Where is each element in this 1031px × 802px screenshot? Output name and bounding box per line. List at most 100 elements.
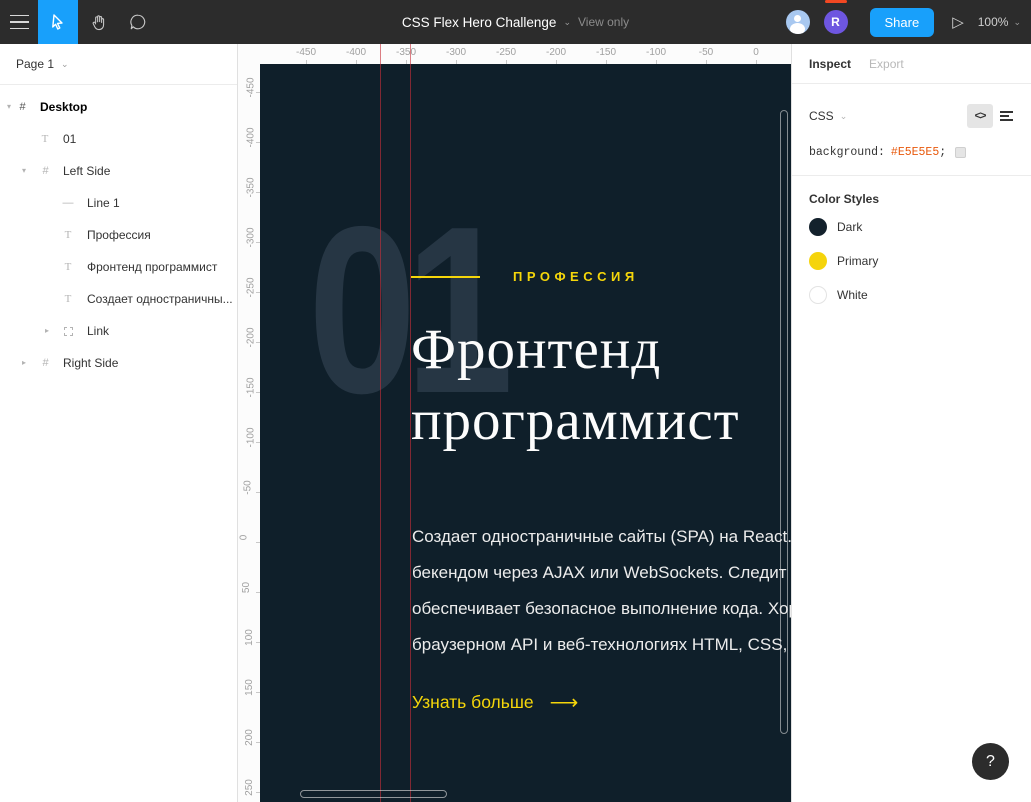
expand-arrow-icon[interactable]: ▸ [22, 358, 26, 367]
user2-presence-bar [825, 0, 847, 3]
help-button[interactable]: ? [972, 743, 1009, 780]
expand-arrow-icon[interactable]: ▾ [7, 102, 11, 111]
css-dropdown[interactable]: CSS ⌄ [809, 109, 967, 123]
question-mark-icon: ? [986, 753, 995, 771]
layer-label: Line 1 [87, 187, 120, 219]
ruler-tick: -250 [246, 277, 257, 297]
css-hex-value[interactable]: #E5E5E5 [891, 146, 939, 159]
ruler-tick: -400 [246, 127, 257, 147]
ruler-tick: -450 [296, 47, 316, 58]
ruler-tick: 0 [753, 47, 759, 58]
color-style-primary[interactable]: Primary [792, 244, 1031, 278]
canvas[interactable]: 01 ПРОФЕССИЯ Фронтенд программист Создае… [238, 44, 791, 802]
layer-label: Фронтенд программист [87, 251, 217, 283]
ruler-tick: -100 [246, 427, 257, 447]
table-view-button[interactable] [993, 104, 1019, 128]
color-styles-heading: Color Styles [792, 176, 1031, 210]
color-style-label: Dark [837, 220, 862, 234]
learn-more-label: Узнать больше [412, 692, 534, 713]
expand-arrow-icon[interactable]: ▸ [45, 326, 49, 335]
desktop-frame[interactable]: 01 ПРОФЕССИЯ Фронтенд программист Создае… [260, 64, 791, 802]
dark-color-swatch [809, 218, 827, 236]
layer-link[interactable]: ▸ Link [0, 315, 237, 347]
vertical-scrollbar[interactable] [780, 110, 788, 734]
hand-tool-button[interactable] [78, 0, 118, 44]
layer-label: Профессия [87, 219, 151, 251]
color-style-label: White [837, 288, 868, 302]
ruler-tick: -50 [243, 480, 254, 494]
frame-icon: # [38, 155, 52, 187]
layer-sozdaet[interactable]: T Создает одностраничны... [0, 283, 237, 315]
tab-export[interactable]: Export [869, 57, 904, 71]
color-style-dark[interactable]: Dark [792, 210, 1031, 244]
move-tool-button[interactable] [38, 0, 78, 44]
document-title: CSS Flex Hero Challenge [402, 15, 557, 30]
frame-icon: # [15, 91, 29, 123]
tab-inspect[interactable]: Inspect [809, 57, 851, 71]
frame-icon: # [38, 347, 52, 379]
layer-01[interactable]: T 01 [0, 123, 237, 155]
layer-right-side[interactable]: ▸ # Right Side [0, 347, 237, 379]
right-arrow-icon: ⟶ [550, 690, 579, 715]
page-name: Page 1 [16, 57, 54, 71]
comment-bubble-icon [129, 13, 147, 31]
ruler-tick: 0 [238, 535, 249, 541]
layer-left-side[interactable]: ▾ # Left Side [0, 155, 237, 187]
css-chevron-icon: ⌄ [840, 111, 848, 122]
layer-frontend-programmist[interactable]: T Фронтенд программист [0, 251, 237, 283]
present-icon[interactable]: ▷ [952, 13, 964, 31]
title-chevron-icon[interactable]: ⌄ [563, 17, 571, 28]
layer-label: Right Side [63, 347, 118, 379]
background-color-swatch[interactable] [955, 147, 966, 158]
ruler-tick: 100 [244, 629, 255, 646]
vertical-guide[interactable] [410, 44, 411, 802]
css-section-header: CSS ⌄ <> [792, 92, 1031, 140]
hero-learn-more-link[interactable]: Узнать больше ⟶ [412, 690, 578, 715]
hand-icon [90, 14, 107, 31]
page-selector[interactable]: Page 1 ⌄ [0, 44, 237, 85]
layer-label: Создает одностраничны... [87, 283, 233, 315]
ruler-tick: -300 [446, 47, 466, 58]
layer-professiya[interactable]: T Профессия [0, 219, 237, 251]
zoom-level-dropdown[interactable]: 100% ⌄ [978, 15, 1021, 29]
layer-line-1[interactable]: — Line 1 [0, 187, 237, 219]
horizontal-scrollbar[interactable] [300, 790, 447, 798]
vertical-guide[interactable] [380, 44, 381, 802]
text-icon: T [38, 123, 52, 155]
layer-label: Desktop [40, 91, 87, 123]
code-icon: <> [975, 110, 986, 122]
layer-label: 01 [63, 123, 76, 155]
layer-label: Link [87, 315, 109, 347]
expand-arrow-icon[interactable]: ▾ [22, 166, 26, 175]
ruler-tick: -200 [546, 47, 566, 58]
ruler-tick: -350 [246, 177, 257, 197]
share-button[interactable]: Share [870, 8, 935, 37]
avatar-initial: R [831, 15, 840, 29]
hero-eyebrow: ПРОФЕССИЯ [513, 269, 639, 284]
ruler-tick: -150 [246, 377, 257, 397]
primary-color-swatch [809, 252, 827, 270]
line-icon: — [61, 187, 75, 219]
color-style-white[interactable]: White [792, 278, 1031, 312]
white-color-swatch [809, 286, 827, 304]
layer-desktop[interactable]: ▾ # Desktop [0, 91, 237, 123]
list-icon [1000, 109, 1013, 124]
user-avatar-anonymous[interactable] [786, 10, 810, 34]
main-menu-icon[interactable] [0, 0, 38, 44]
cursor-icon [50, 14, 66, 30]
hero-accent-line [411, 276, 480, 278]
panel-tabs: Inspect Export [792, 44, 1031, 84]
user-avatar-r[interactable]: R [824, 10, 848, 34]
css-property: background: [809, 146, 885, 159]
ruler-tick: 50 [241, 582, 252, 593]
text-icon: T [61, 283, 75, 315]
zoom-level-value: 100% [978, 15, 1009, 29]
css-semicolon: ; [939, 146, 946, 159]
comment-tool-button[interactable] [118, 0, 158, 44]
color-style-label: Primary [837, 254, 878, 268]
user-silhouette-icon [794, 15, 801, 22]
css-code-block: background: #E5E5E5 ; [792, 140, 1031, 176]
text-icon: T [61, 251, 75, 283]
ruler-tick: -350 [396, 47, 416, 58]
code-view-button[interactable]: <> [967, 104, 993, 128]
